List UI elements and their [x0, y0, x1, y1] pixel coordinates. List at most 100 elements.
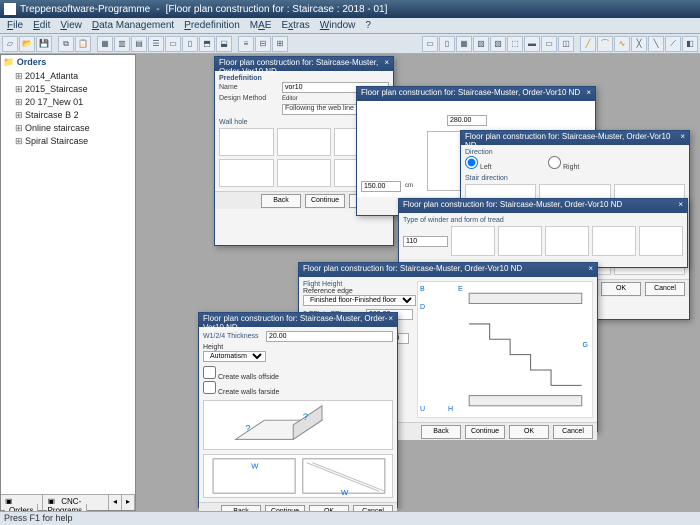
- menu-window[interactable]: Window: [315, 20, 361, 31]
- tb-align3-icon[interactable]: ⊞: [272, 36, 288, 52]
- winder-thumb[interactable]: [639, 226, 683, 256]
- tb-draw6-icon[interactable]: ⟋: [665, 36, 681, 52]
- ok-button[interactable]: OK: [601, 282, 641, 296]
- tb-copy-icon[interactable]: ⧉: [58, 36, 74, 52]
- close-icon[interactable]: ×: [384, 58, 389, 70]
- menu-bar: File Edit View Data Management Predefini…: [0, 18, 700, 34]
- stairdir-label: Stair direction: [465, 175, 685, 182]
- height-select[interactable]: Automatism: [203, 351, 266, 362]
- cancel-button[interactable]: Cancel: [553, 425, 593, 439]
- tab-cnc[interactable]: ▣ CNC-Programs: [43, 495, 109, 510]
- tab-nav-left[interactable]: ◂: [109, 495, 122, 510]
- tb-open-icon[interactable]: 📂: [19, 36, 35, 52]
- wallhole-thumb[interactable]: [219, 128, 274, 156]
- tb-view6-icon[interactable]: ⬚: [507, 36, 523, 52]
- thick-label: W1/2/4 Thickness: [203, 333, 263, 340]
- tb-draw4-icon[interactable]: ╳: [631, 36, 647, 52]
- ok-button[interactable]: OK: [509, 425, 549, 439]
- wallhole-thumb[interactable]: [219, 159, 274, 187]
- menu-predef[interactable]: Predefinition: [179, 20, 245, 31]
- name-label: Name: [219, 84, 279, 91]
- tb-group4-icon[interactable]: ☰: [148, 36, 164, 52]
- winder-thumb[interactable]: [498, 226, 542, 256]
- back-button[interactable]: Back: [421, 425, 461, 439]
- tb-draw2-icon[interactable]: ⌒: [597, 36, 613, 52]
- tb-draw3-icon[interactable]: ∿: [614, 36, 630, 52]
- length-input[interactable]: [361, 181, 401, 192]
- winder-thumb[interactable]: [451, 226, 495, 256]
- left-radio[interactable]: [465, 156, 478, 169]
- continue-button[interactable]: Continue: [465, 425, 505, 439]
- tree-item[interactable]: Online staircase: [3, 122, 133, 135]
- walls-offside-check[interactable]: [203, 366, 216, 379]
- close-icon[interactable]: ×: [678, 200, 683, 212]
- tree-root[interactable]: 📁 Orders: [3, 57, 133, 68]
- menu-view[interactable]: View: [55, 20, 87, 31]
- side-tabs: ▣ Orders ▣ CNC-Programs ◂ ▸: [1, 494, 135, 510]
- tb-palette-icon[interactable]: ◧: [682, 36, 698, 52]
- cancel-button[interactable]: Cancel: [645, 282, 685, 296]
- tab-nav-right[interactable]: ▸: [122, 495, 135, 510]
- tb-save-icon[interactable]: 💾: [36, 36, 52, 52]
- thick-input[interactable]: [266, 331, 393, 342]
- ref-select[interactable]: Finished floor-Finished floor: [303, 295, 416, 306]
- order-tree[interactable]: 📁 Orders 2014_Atlanta 2015_Staircase 20 …: [1, 55, 135, 494]
- tb-view1-icon[interactable]: ▭: [422, 36, 438, 52]
- tb-view7-icon[interactable]: ▬: [524, 36, 540, 52]
- menu-mae[interactable]: MAE: [245, 20, 277, 31]
- walls-farside-check[interactable]: [203, 381, 216, 394]
- tree-item[interactable]: 2014_Atlanta: [3, 70, 133, 83]
- tb-view3-icon[interactable]: ▦: [456, 36, 472, 52]
- menu-help[interactable]: ?: [360, 20, 376, 31]
- tree-item[interactable]: 20 17_New 01: [3, 96, 133, 109]
- menu-extras[interactable]: Extras: [276, 20, 314, 31]
- svg-text:W: W: [341, 488, 349, 497]
- tree-item[interactable]: Spiral Staircase: [3, 135, 133, 148]
- close-icon[interactable]: ×: [388, 314, 393, 326]
- wallhole-thumb[interactable]: [277, 159, 332, 187]
- status-bar: Press F1 for help: [0, 511, 700, 525]
- width-input[interactable]: [447, 115, 487, 126]
- tb-align1-icon[interactable]: ≡: [238, 36, 254, 52]
- back-button[interactable]: Back: [261, 194, 301, 208]
- dim-label: G: [583, 342, 588, 349]
- tb-3d-icon[interactable]: ◫: [558, 36, 574, 52]
- tb-draw5-icon[interactable]: ╲: [648, 36, 664, 52]
- winder-thumb[interactable]: [545, 226, 589, 256]
- wallhole-thumb[interactable]: [277, 128, 332, 156]
- tb-view5-icon[interactable]: ▧: [490, 36, 506, 52]
- tb-group7-icon[interactable]: ⬒: [199, 36, 215, 52]
- winder-label: Type of winder and form of tread: [403, 217, 683, 224]
- tb-paste-icon[interactable]: 📋: [75, 36, 91, 52]
- tb-group1-icon[interactable]: ▦: [97, 36, 113, 52]
- close-icon[interactable]: ×: [586, 88, 591, 100]
- tab-orders[interactable]: ▣ Orders: [1, 495, 43, 510]
- close-icon[interactable]: ×: [680, 132, 685, 144]
- continue-button[interactable]: Continue: [305, 194, 345, 208]
- dim-label: B: [420, 286, 425, 293]
- tree-item[interactable]: 2015_Staircase: [3, 83, 133, 96]
- tb-align2-icon[interactable]: ⊟: [255, 36, 271, 52]
- right-radio[interactable]: [548, 156, 561, 169]
- tb-group2-icon[interactable]: ▥: [114, 36, 130, 52]
- winder-input[interactable]: [403, 236, 448, 247]
- tb-new-icon[interactable]: ▱: [2, 36, 18, 52]
- unit-label: cm: [405, 183, 413, 189]
- winder-thumb[interactable]: [592, 226, 636, 256]
- tb-view8-icon[interactable]: ▭: [541, 36, 557, 52]
- app-icon: [4, 3, 16, 15]
- menu-file[interactable]: File: [2, 20, 28, 31]
- tb-draw1-icon[interactable]: ╱: [580, 36, 596, 52]
- tb-group6-icon[interactable]: ▯: [182, 36, 198, 52]
- tb-view4-icon[interactable]: ▨: [473, 36, 489, 52]
- tb-group5-icon[interactable]: ▭: [165, 36, 181, 52]
- tb-group3-icon[interactable]: ▤: [131, 36, 147, 52]
- tb-view2-icon[interactable]: ▯: [439, 36, 455, 52]
- close-icon[interactable]: ×: [588, 264, 593, 276]
- menu-edit[interactable]: Edit: [28, 20, 55, 31]
- tb-group8-icon[interactable]: ⬓: [216, 36, 232, 52]
- dim-label: D: [420, 304, 425, 311]
- menu-data[interactable]: Data Management: [87, 20, 179, 31]
- dim-label: E: [458, 286, 463, 293]
- tree-item[interactable]: Staircase B 2: [3, 109, 133, 122]
